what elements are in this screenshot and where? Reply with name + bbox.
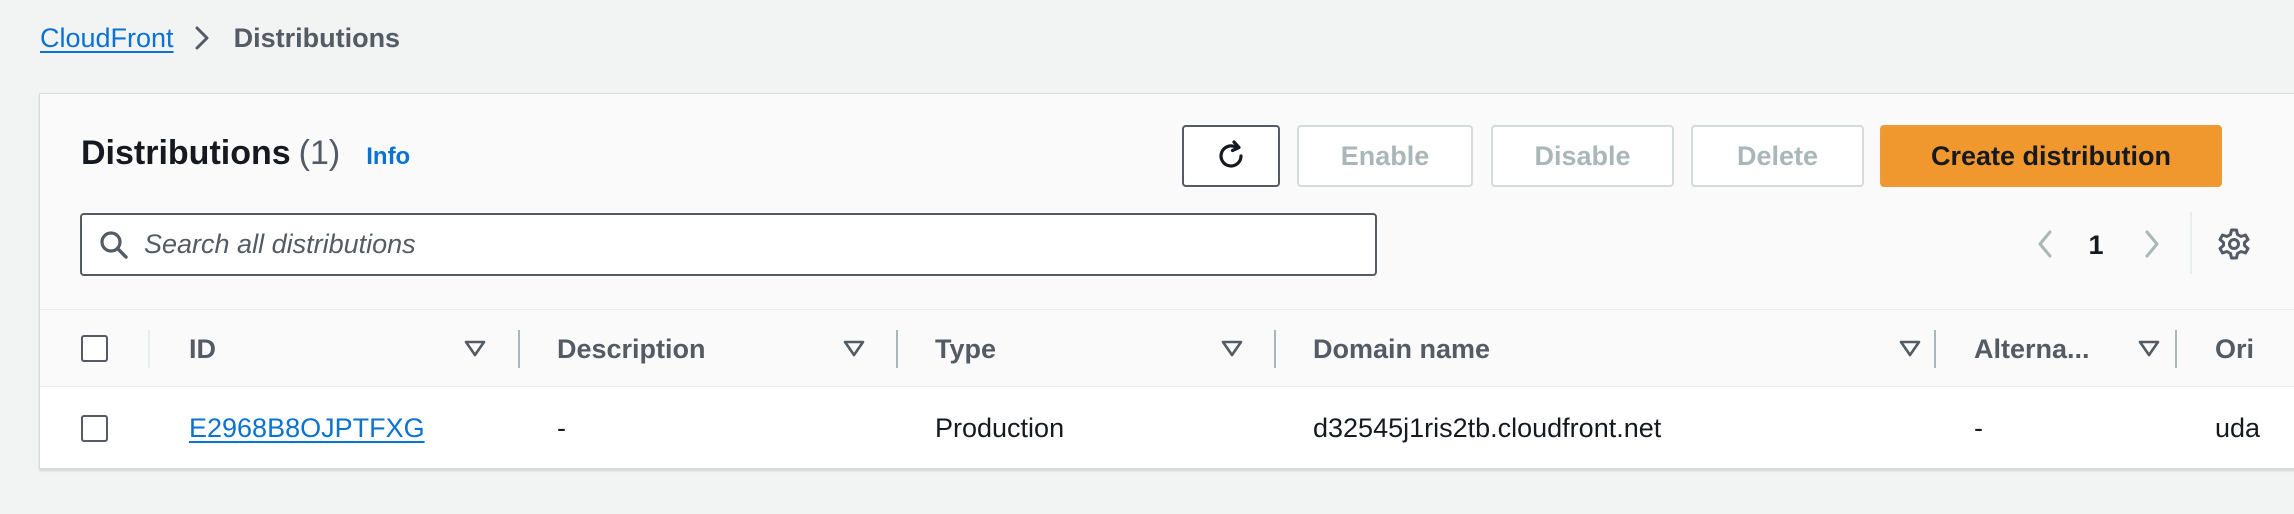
column-header-domain-name[interactable]: Domain name (1313, 310, 1953, 388)
refresh-icon (1213, 138, 1249, 174)
column-divider (896, 330, 898, 368)
column-header-id[interactable]: ID (189, 310, 529, 388)
disable-button[interactable]: Disable (1491, 125, 1674, 187)
table-header: ID Description Type Domain name Alterna.… (40, 309, 2294, 387)
next-page-button[interactable] (2132, 224, 2172, 264)
column-divider (148, 330, 150, 368)
cell-description: - (557, 412, 566, 443)
breadcrumb-current: Distributions (233, 22, 401, 53)
chevron-right-icon (2142, 228, 2162, 260)
gear-icon (2217, 227, 2251, 261)
row-select-checkbox[interactable] (81, 415, 108, 442)
column-divider (2175, 330, 2177, 368)
enable-button[interactable]: Enable (1297, 125, 1473, 187)
column-label-id: ID (189, 333, 216, 364)
page-title: Distributions (81, 134, 291, 172)
preferences-button[interactable] (2214, 224, 2254, 264)
sort-triangle-icon (1221, 340, 1243, 358)
create-distribution-button[interactable]: Create distribution (1880, 125, 2222, 187)
sort-triangle-icon (464, 340, 486, 358)
panel-heading: Distributions (1) Info (81, 134, 410, 184)
cell-alternate-domain: - (1974, 412, 1983, 443)
chevron-left-icon (2035, 228, 2055, 260)
cell-id: E2968B8OJPTFXG (189, 387, 425, 468)
column-label-description: Description (557, 333, 706, 364)
sort-triangle-icon (2138, 340, 2160, 358)
search-icon (98, 229, 130, 261)
chevron-right-icon (194, 25, 210, 51)
previous-page-button[interactable] (2025, 224, 2065, 264)
column-divider (1274, 330, 1276, 368)
column-divider (1934, 330, 1936, 368)
search-input[interactable] (144, 229, 1324, 260)
column-label-type: Type (935, 333, 997, 364)
info-link[interactable]: Info (366, 143, 410, 171)
cell-domain-name: d32545j1ris2tb.cloudfront.net (1313, 412, 1662, 443)
column-label-alternate-domain: Alterna... (1974, 333, 2090, 364)
select-all-checkbox[interactable] (81, 335, 108, 362)
breadcrumb-cloudfront-link[interactable]: CloudFront (40, 23, 174, 54)
column-header-origins[interactable]: Ori (2215, 310, 2294, 388)
search-field[interactable] (80, 213, 1377, 276)
column-header-type[interactable]: Type (935, 310, 1275, 388)
breadcrumb: CloudFront Distributions (40, 20, 400, 56)
delete-button[interactable]: Delete (1691, 125, 1864, 187)
column-header-alternate-domain[interactable]: Alterna... (1974, 310, 2174, 388)
sort-triangle-icon (843, 340, 865, 358)
distribution-id-link[interactable]: E2968B8OJPTFXG (189, 413, 425, 444)
current-page-number[interactable]: 1 (2076, 225, 2116, 265)
column-label-domain-name: Domain name (1313, 333, 1491, 364)
cell-type: Production (935, 412, 1065, 443)
refresh-button[interactable] (1182, 125, 1280, 187)
column-header-description[interactable]: Description (557, 310, 897, 388)
pagination-divider (2190, 212, 2192, 274)
distribution-count: (1) (298, 134, 341, 172)
cell-origins: uda (2215, 412, 2261, 443)
sort-triangle-icon (1899, 340, 1921, 358)
table-row[interactable]: E2968B8OJPTFXG - Production d32545j1ris2… (40, 387, 2294, 468)
column-divider (518, 330, 520, 368)
column-label-origins: Ori (2215, 333, 2255, 364)
distributions-panel: Distributions (1) Info Enable Disable De… (39, 93, 2294, 469)
